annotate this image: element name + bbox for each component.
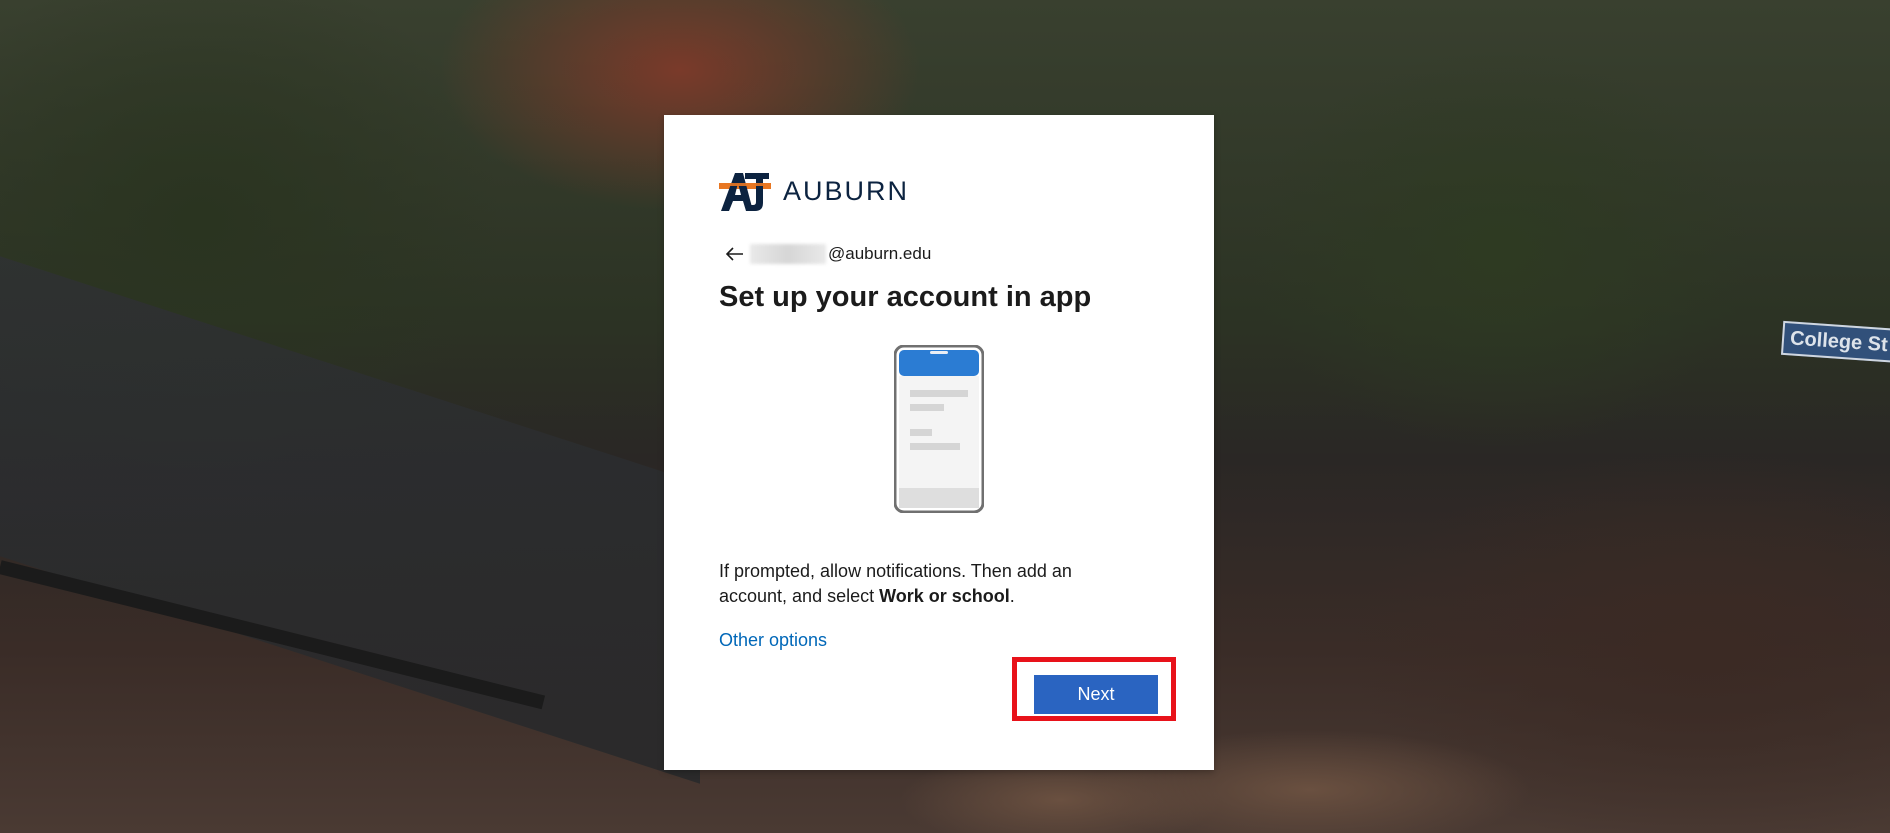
auburn-wordmark: AUBURN [783,175,910,206]
other-options-link[interactable]: Other options [719,630,827,651]
auburn-logo: AUBURN [719,169,909,213]
signin-card: AUBURN @auburn.edu Set up your account i… [664,115,1214,770]
email-domain: @auburn.edu [828,244,932,263]
redacted-username [750,244,826,264]
work-or-school-emphasis: Work or school [879,586,1010,606]
page-title: Set up your account in app [719,281,1092,313]
auburn-au-logo-icon [719,173,771,211]
smartphone-icon [894,345,984,513]
identity-banner: @auburn.edu [724,243,931,265]
next-button[interactable]: Next [1034,675,1158,714]
back-arrow-icon[interactable] [724,243,746,265]
instruction-text: If prompted, allow notifications. Then a… [719,561,1072,606]
